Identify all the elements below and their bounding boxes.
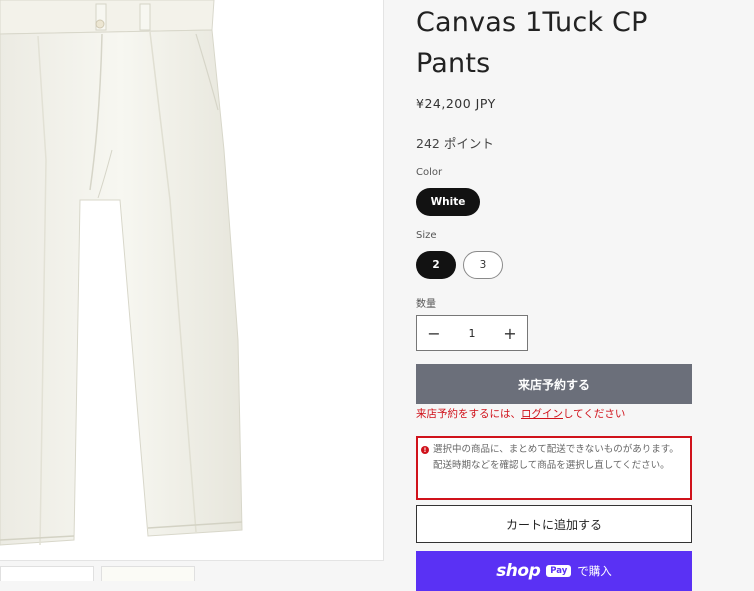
color-label: Color xyxy=(416,167,443,178)
login-note: 来店予約をするには、ログインしてください xyxy=(416,406,625,421)
size-option-3[interactable]: 3 xyxy=(463,251,503,279)
product-price: ¥24,200 JPY xyxy=(416,96,496,111)
product-title: Canvas 1Tuck CP Pants xyxy=(416,7,648,79)
shipping-warning-text: 選択中の商品に、まとめて配送できないものがあります。配送時期などを確認して商品を… xyxy=(433,444,679,471)
thumbnail-strip xyxy=(0,566,383,581)
size-label: Size xyxy=(416,230,437,241)
quantity-decrease-button[interactable]: − xyxy=(417,324,451,343)
login-note-suffix: してください xyxy=(563,408,626,420)
pay-badge: Pay xyxy=(546,565,572,577)
shop-buy-label: で購入 xyxy=(577,564,612,578)
quantity-increase-button[interactable]: + xyxy=(493,324,527,343)
thumbnail-1[interactable] xyxy=(0,566,94,581)
product-points: 242 ポイント xyxy=(416,136,494,151)
thumbnail-2[interactable] xyxy=(101,566,195,581)
pants-illustration xyxy=(0,0,243,546)
store-reservation-button[interactable]: 来店予約する xyxy=(416,364,692,404)
product-image[interactable] xyxy=(0,0,384,561)
login-note-prefix: 来店予約をするには、 xyxy=(416,408,521,420)
alert-icon: ! xyxy=(421,446,429,454)
shop-pay-button[interactable]: shop Pay で購入 xyxy=(416,551,692,591)
shop-logo: shop xyxy=(496,561,541,581)
add-to-cart-button[interactable]: カートに追加する xyxy=(416,505,692,543)
size-option-2[interactable]: 2 xyxy=(416,251,456,279)
color-option-white[interactable]: White xyxy=(416,188,480,216)
shipping-warning-box: ! 選択中の商品に、まとめて配送できないものがあります。配送時期などを確認して商… xyxy=(416,436,692,500)
login-link[interactable]: ログイン xyxy=(521,408,563,420)
quantity-label: 数量 xyxy=(416,299,436,310)
quantity-stepper: − 1 + xyxy=(416,315,528,351)
quantity-input[interactable]: 1 xyxy=(469,327,476,340)
